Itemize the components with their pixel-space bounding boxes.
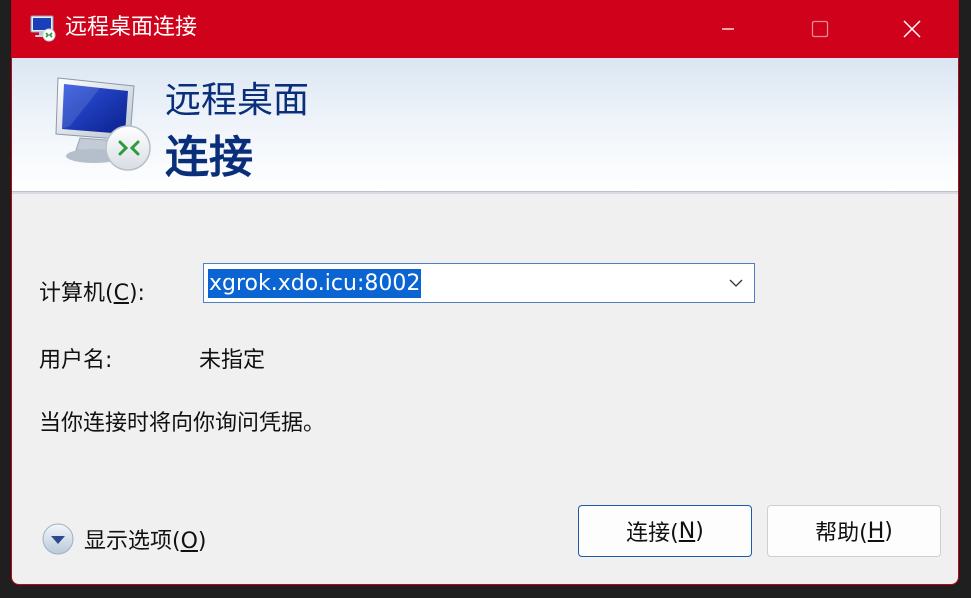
show-options-toggle[interactable]: 显示选项(O) <box>41 522 207 556</box>
remote-desktop-monitor-icon <box>55 77 151 171</box>
window-title: 远程桌面连接 <box>65 15 198 40</box>
maximize-icon <box>811 20 829 38</box>
maximize-button[interactable] <box>774 0 866 58</box>
minimize-button[interactable] <box>682 0 774 58</box>
banner-divider-shadow <box>12 192 958 194</box>
remote-desktop-window: 远程桌面连接 远程桌面 连接 计算机(C): xgrok.xdo.icu:800… <box>11 0 959 585</box>
combobox-dropdown-button[interactable] <box>722 264 750 302</box>
username-label: 用户名: <box>39 348 113 373</box>
banner-title-line1: 远程桌面 <box>165 80 310 121</box>
show-options-label[interactable]: 显示选项(O) <box>84 523 207 555</box>
computer-input[interactable]: xgrok.xdo.icu:8002 <box>208 269 422 298</box>
connect-button[interactable]: 连接(N) <box>578 505 752 557</box>
computer-combobox[interactable]: xgrok.xdo.icu:8002 <box>203 263 755 303</box>
app-icon <box>30 15 56 42</box>
computer-label: 计算机(C): <box>39 281 145 306</box>
chevron-down-circle-icon[interactable] <box>41 522 75 556</box>
title-bar[interactable]: 远程桌面连接 <box>12 0 958 58</box>
banner-title-line2: 连接 <box>165 132 253 183</box>
credentials-info-text: 当你连接时将向你询问凭据。 <box>39 411 326 436</box>
close-icon <box>903 20 921 38</box>
username-value: 未指定 <box>199 348 266 373</box>
help-button[interactable]: 帮助(H) <box>767 505 941 557</box>
minimize-icon <box>722 28 734 30</box>
header-banner: 远程桌面 连接 <box>12 58 958 191</box>
close-button[interactable] <box>866 0 958 58</box>
chevron-down-icon <box>729 279 743 287</box>
